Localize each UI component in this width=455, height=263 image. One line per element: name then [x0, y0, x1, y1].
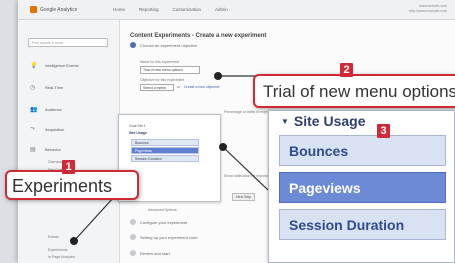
callout-experiment-name: Trial of new menu options — [253, 74, 455, 108]
site-usage-header: ▼ Site Usage — [281, 113, 366, 129]
callout-2-text: Trial of new menu options — [263, 82, 455, 101]
callout-2-badge: 2 — [340, 63, 353, 77]
caret-down-icon: ▼ — [281, 116, 289, 126]
callout-site-usage-panel: ▼ Site Usage Bounces Pageviews Session D… — [268, 110, 455, 263]
callout-1-badge: 1 — [62, 160, 75, 174]
connector-2-dot — [214, 72, 222, 80]
option-pageviews[interactable]: Pageviews — [279, 172, 446, 203]
connector-3-line — [222, 146, 269, 191]
callout-1-text: Experiments — [12, 176, 113, 196]
connector-3-dot — [219, 143, 227, 151]
callout-experiments: Experiments — [5, 170, 139, 200]
connector-1-dot — [70, 237, 78, 245]
option-session-duration[interactable]: Session Duration — [279, 209, 446, 240]
option-bounces[interactable]: Bounces — [279, 135, 446, 166]
callout-3-badge: 3 — [377, 124, 390, 138]
site-usage-label: Site Usage — [293, 113, 366, 129]
